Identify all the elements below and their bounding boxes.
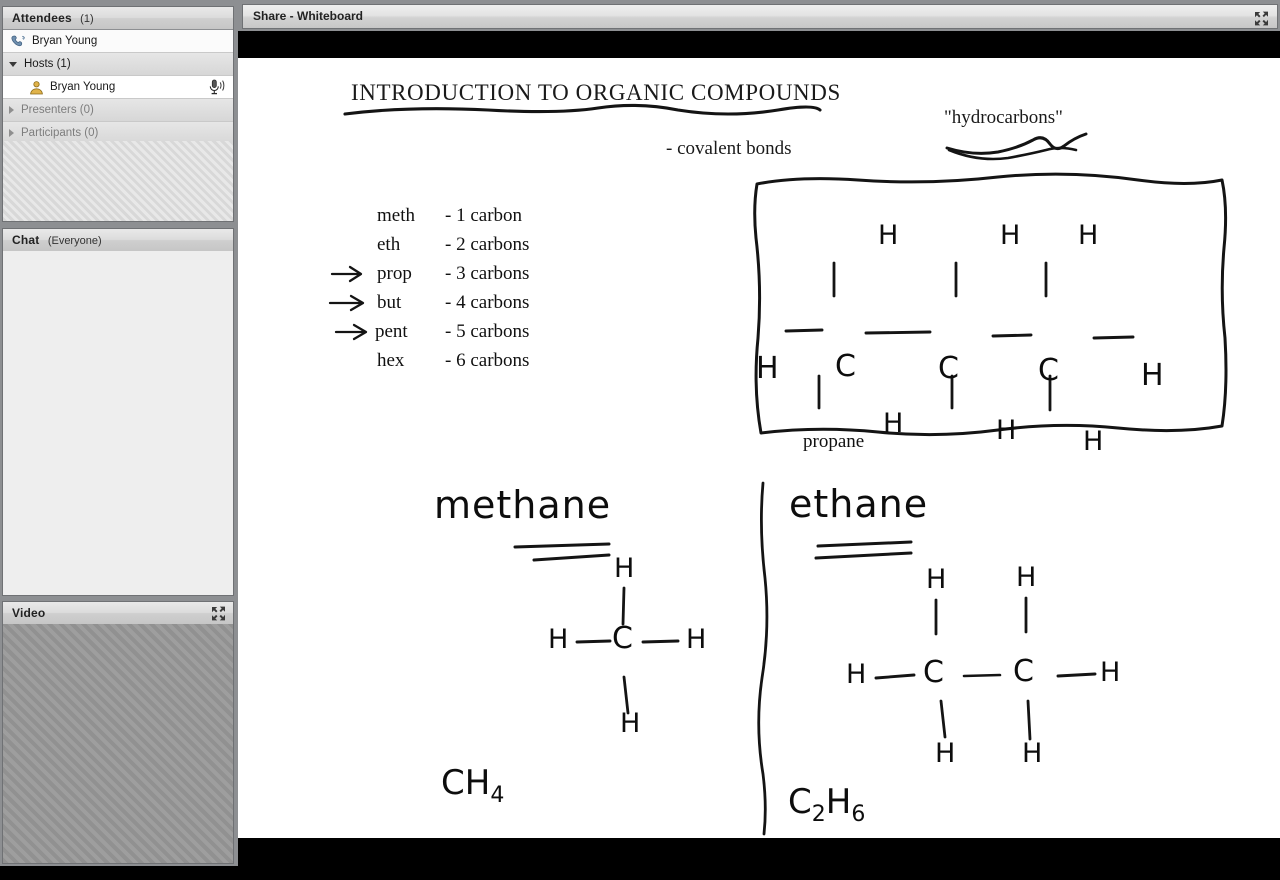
propane-bottom-h-3: H (1083, 426, 1104, 457)
expand-icon[interactable] (210, 605, 227, 624)
methane-carbon: C (612, 621, 633, 656)
ethane-carbon-1: C (923, 655, 944, 690)
prefix-value-eth: - 2 carbons (445, 234, 530, 255)
attendees-group-hosts[interactable]: Hosts (1) (3, 53, 233, 76)
ethane-top-h-1: H (926, 564, 947, 595)
application-window: Attendees (1) Bryan Young Hosts (1) Brya… (0, 0, 1280, 880)
propane-carbon-3: C (1038, 353, 1059, 388)
prefix-value-meth: - 1 carbon (445, 205, 523, 226)
attendees-title: Attendees (12, 11, 72, 25)
methane-formula-subscript: 4 (490, 782, 505, 808)
propane-top-h-1: H (878, 220, 899, 251)
prefix-label-pent: pent (375, 321, 408, 342)
propane-top-h-3: H (1078, 220, 1099, 251)
window-footer-bar (0, 866, 1280, 880)
methane-formula: CH4 (441, 763, 504, 808)
user-avatar-icon (29, 80, 44, 95)
whiteboard-ink-layer (328, 103, 1228, 836)
share-title: Share - Whiteboard (253, 9, 364, 23)
chat-panel-header: Chat (Everyone) (3, 229, 233, 252)
ethane-formula-sub-c: 2 (811, 801, 826, 827)
microphone-icon[interactable] (207, 78, 226, 96)
chat-title: Chat (12, 233, 40, 247)
note-covalent-bonds: - covalent bonds (666, 138, 792, 159)
board-top-letterbox (238, 31, 1280, 58)
methane-left-h: H (548, 624, 569, 655)
chevron-right-icon[interactable] (9, 129, 14, 137)
ethane-left-h: H (846, 659, 867, 690)
ethane-bottom-h-2: H (1022, 738, 1043, 769)
chat-message-area[interactable] (3, 251, 233, 595)
ethane-bottom-h-1: H (935, 738, 956, 769)
attendees-group-hosts-label: Hosts (1) (24, 58, 71, 70)
note-hydrocarbons: "hydrocarbons" (944, 107, 1063, 128)
phone-handset-icon (11, 35, 26, 48)
propane-bottom-h-2: H (996, 415, 1017, 446)
ethane-top-h-2: H (1016, 562, 1037, 593)
attendee-self-name: Bryan Young (32, 35, 98, 47)
ethane-heading: ethane (789, 482, 929, 526)
propane-right-h: H (1141, 358, 1164, 393)
whiteboard-canvas[interactable]: INTRODUCTION TO ORGANIC COMPOUNDS - cova… (238, 58, 1280, 838)
attendees-group-presenters[interactable]: Presenters (0) (3, 99, 233, 122)
video-display-area[interactable] (3, 624, 233, 863)
attendees-panel: Attendees (1) Bryan Young Hosts (1) Brya… (2, 6, 234, 222)
prefix-value-hex: - 6 carbons (445, 350, 530, 371)
prefix-label-meth: meth (377, 205, 415, 226)
attendees-count: (1) (80, 13, 94, 25)
methane-right-h: H (686, 624, 707, 655)
left-sidebar: Attendees (1) Bryan Young Hosts (1) Brya… (0, 0, 236, 866)
chat-panel: Chat (Everyone) (2, 228, 234, 596)
chat-scope: (Everyone) (47, 235, 102, 247)
attendee-row-host-bryan[interactable]: Bryan Young (3, 76, 233, 99)
ethane-formula: C2H6 (788, 782, 865, 827)
prefix-label-prop: prop (377, 263, 412, 284)
prefix-value-prop: - 3 carbons (445, 263, 530, 284)
methane-bottom-h: H (620, 708, 641, 739)
propane-left-h: H (756, 351, 779, 386)
whiteboard-title: INTRODUCTION TO ORGANIC COMPOUNDS (351, 80, 841, 105)
chevron-down-icon[interactable] (9, 61, 17, 67)
propane-label: propane (803, 431, 865, 452)
prefix-label-eth: eth (377, 234, 401, 255)
methane-heading: methane (434, 483, 612, 527)
attendee-self-row[interactable]: Bryan Young (3, 30, 233, 53)
propane-top-h-2: H (1000, 220, 1021, 251)
prefix-value-pent: - 5 carbons (445, 321, 530, 342)
attendees-panel-header: Attendees (1) (3, 7, 233, 30)
methane-top-h: H (614, 553, 635, 584)
attendees-group-presenters-label: Presenters (0) (21, 104, 94, 116)
methane-formula-base: CH (441, 763, 491, 803)
video-panel-header: Video (3, 602, 233, 625)
ethane-formula-sub-h: 6 (851, 801, 866, 827)
propane-carbon-2: C (938, 351, 959, 386)
prefix-label-but: but (377, 292, 402, 313)
ethane-formula-base-c: C (788, 782, 812, 822)
ethane-right-h: H (1100, 657, 1121, 688)
propane-carbon-1: C (835, 349, 856, 384)
ethane-formula-base-h: H (825, 782, 852, 822)
board-bottom-letterbox (238, 838, 1280, 866)
prefix-value-but: - 4 carbons (445, 292, 530, 313)
propane-bottom-h-1: H (883, 408, 904, 439)
chevron-right-icon[interactable] (9, 106, 14, 114)
video-panel: Video (2, 601, 234, 864)
video-title: Video (12, 606, 46, 620)
attendees-empty-area (3, 141, 233, 221)
attendee-host-name: Bryan Young (50, 81, 116, 93)
share-panel-header: Share - Whiteboard (242, 4, 1278, 29)
prefix-label-hex: hex (377, 350, 405, 371)
ethane-carbon-2: C (1013, 654, 1034, 689)
